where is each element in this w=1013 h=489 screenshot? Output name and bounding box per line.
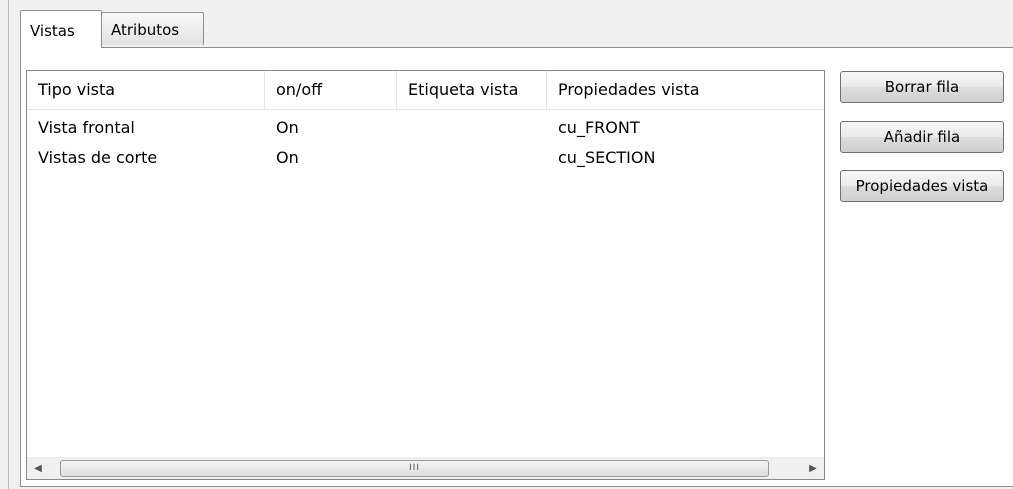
- cell-propiedades-vista: cu_SECTION: [558, 148, 656, 167]
- scrollbar-grip-icon: III: [409, 463, 420, 473]
- column-header-etiqueta-vista[interactable]: Etiqueta vista: [397, 71, 547, 109]
- column-header-label: Tipo vista: [38, 80, 116, 99]
- views-table: Tipo vista on/off Etiqueta vista Propied…: [26, 70, 825, 480]
- add-row-button[interactable]: Añadir fila: [840, 121, 1004, 153]
- column-header-tipo-vista[interactable]: Tipo vista: [27, 71, 265, 109]
- column-header-on-off[interactable]: on/off: [265, 71, 397, 109]
- column-header-label: on/off: [276, 80, 323, 99]
- window-left-border: [8, 0, 9, 489]
- table-row[interactable]: Vista frontal On cu_FRONT: [27, 113, 824, 143]
- cell-tipo-vista: Vista frontal: [38, 118, 135, 137]
- column-header-label: Propiedades vista: [558, 80, 700, 99]
- scroll-right-arrow-icon[interactable]: ▶: [802, 458, 824, 479]
- view-properties-button[interactable]: Propiedades vista: [840, 170, 1004, 202]
- column-header-label: Etiqueta vista: [408, 80, 519, 99]
- delete-row-button[interactable]: Borrar fila: [840, 71, 1004, 103]
- table-header: Tipo vista on/off Etiqueta vista Propied…: [27, 71, 824, 109]
- table-row[interactable]: Vistas de corte On cu_SECTION: [27, 143, 824, 173]
- tab-vistas-label: Vistas: [30, 22, 75, 40]
- cell-on-off: On: [276, 148, 299, 167]
- cell-tipo-vista: Vistas de corte: [38, 148, 158, 167]
- column-header-propiedades-vista[interactable]: Propiedades vista: [547, 71, 824, 109]
- tab-atributos[interactable]: Atributos: [101, 12, 204, 45]
- scroll-left-arrow-icon[interactable]: ◀: [27, 458, 49, 479]
- tab-atributos-label: Atributos: [111, 21, 180, 39]
- cell-propiedades-vista: cu_FRONT: [558, 118, 640, 137]
- horizontal-scrollbar[interactable]: ◀ III ▶: [27, 457, 824, 479]
- tab-vistas[interactable]: Vistas: [20, 10, 102, 48]
- cell-on-off: On: [276, 118, 299, 137]
- scrollbar-thumb[interactable]: III: [60, 460, 769, 477]
- header-divider: [27, 109, 824, 110]
